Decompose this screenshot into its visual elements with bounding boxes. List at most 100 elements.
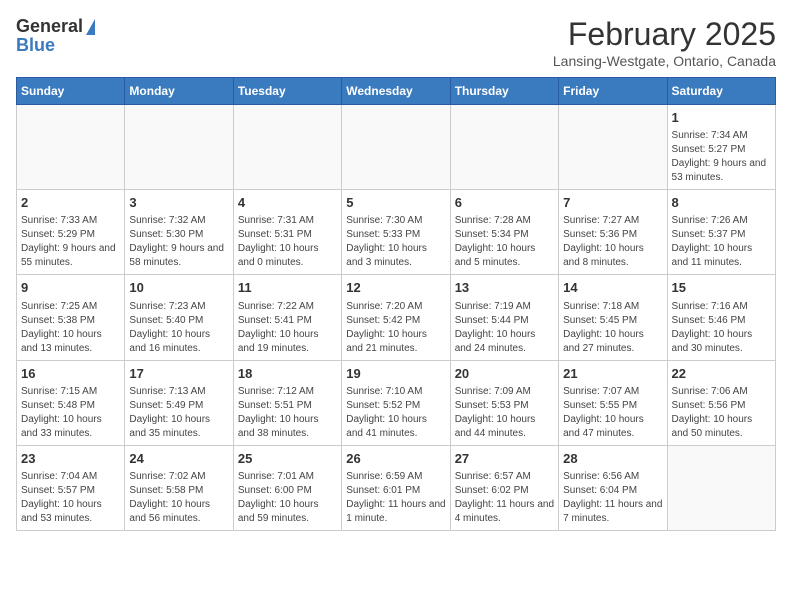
calendar-cell [233, 105, 341, 190]
day-header-thursday: Thursday [450, 78, 558, 105]
calendar-cell: 10Sunrise: 7:23 AM Sunset: 5:40 PM Dayli… [125, 275, 233, 360]
calendar-cell: 24 Sunrise: 7:02 AM Sunset: 5:58 PM Dayli… [125, 445, 233, 530]
day-info: Sunrise: 7:10 AM Sunset: 5:52 PM Dayligh… [346, 385, 445, 441]
day-number: 27 [455, 450, 554, 468]
day-number: 12 [346, 279, 445, 297]
day-number: 8 [672, 194, 771, 212]
day-number: 13 [455, 279, 554, 297]
day-number: 20 [455, 365, 554, 383]
day-number: 17 [129, 365, 228, 383]
day-info: Sunrise: 7:34 AM Sunset: 5:27 PM Dayligh… [672, 129, 771, 185]
day-info: Sunrise: 7:16 AM Sunset: 5:46 PM Dayligh… [672, 300, 771, 356]
day-header-saturday: Saturday [667, 78, 775, 105]
day-info: Sunrise: 7:19 AM Sunset: 5:44 PM Dayligh… [455, 300, 554, 356]
calendar-cell: 5 Sunrise: 7:30 AM Sunset: 5:33 PM Daylig… [342, 190, 450, 275]
day-number: 14 [563, 279, 662, 297]
calendar-cell: 12 Sunrise: 7:20 AM Sunset: 5:42 PM Dayli… [342, 275, 450, 360]
day-info: Sunrise: 7:26 AM Sunset: 5:37 PM Dayligh… [672, 214, 771, 270]
day-number: 6 [455, 194, 554, 212]
day-number: 16 [21, 365, 120, 383]
calendar-cell: 21Sunrise: 7:07 AM Sunset: 5:55 PM Dayli… [559, 360, 667, 445]
day-info: Sunrise: 7:30 AM Sunset: 5:33 PM Dayligh… [346, 214, 445, 270]
day-info: Sunrise: 7:23 AM Sunset: 5:40 PM Dayligh… [129, 300, 228, 356]
day-info: Sunrise: 7:20 AM Sunset: 5:42 PM Dayligh… [346, 300, 445, 356]
day-info: Sunrise: 7:25 AM Sunset: 5:38 PM Dayligh… [21, 300, 120, 356]
day-number: 7 [563, 194, 662, 212]
calendar-cell: 22 Sunrise: 7:06 AM Sunset: 5:56 PM Dayli… [667, 360, 775, 445]
calendar-table: SundayMondayTuesdayWednesdayThursdayFrid… [16, 77, 776, 531]
day-number: 26 [346, 450, 445, 468]
day-number: 4 [238, 194, 337, 212]
calendar-cell: 17Sunrise: 7:13 AM Sunset: 5:49 PM Dayli… [125, 360, 233, 445]
logo-blue-text: Blue [16, 35, 55, 56]
day-number: 1 [672, 109, 771, 127]
calendar-week-4: 16 Sunrise: 7:15 AM Sunset: 5:48 PM Dayli… [17, 360, 776, 445]
calendar-cell: 15Sunrise: 7:16 AM Sunset: 5:46 PM Dayli… [667, 275, 775, 360]
calendar-cell [559, 105, 667, 190]
day-header-monday: Monday [125, 78, 233, 105]
day-info: Sunrise: 7:28 AM Sunset: 5:34 PM Dayligh… [455, 214, 554, 270]
day-info: Sunrise: 7:01 AM Sunset: 6:00 PM Dayligh… [238, 470, 337, 526]
day-info: Sunrise: 6:57 AM Sunset: 6:02 PM Dayligh… [455, 470, 554, 526]
day-header-wednesday: Wednesday [342, 78, 450, 105]
calendar-cell: 28 Sunrise: 6:56 AM Sunset: 6:04 PM Dayli… [559, 445, 667, 530]
day-info: Sunrise: 7:18 AM Sunset: 5:45 PM Dayligh… [563, 300, 662, 356]
logo-triangle-icon [86, 19, 95, 35]
calendar-week-3: 9 Sunrise: 7:25 AM Sunset: 5:38 PM Daylig… [17, 275, 776, 360]
calendar-cell: 4Sunrise: 7:31 AM Sunset: 5:31 PM Daylig… [233, 190, 341, 275]
day-info: Sunrise: 7:02 AM Sunset: 5:58 PM Dayligh… [129, 470, 228, 526]
calendar-cell: 20 Sunrise: 7:09 AM Sunset: 5:53 PM Dayli… [450, 360, 558, 445]
day-number: 24 [129, 450, 228, 468]
day-number: 21 [563, 365, 662, 383]
day-number: 23 [21, 450, 120, 468]
calendar-cell: 3 Sunrise: 7:32 AM Sunset: 5:30 PM Daylig… [125, 190, 233, 275]
day-info: Sunrise: 7:15 AM Sunset: 5:48 PM Dayligh… [21, 385, 120, 441]
calendar-week-2: 2Sunrise: 7:33 AM Sunset: 5:29 PM Daylig… [17, 190, 776, 275]
day-info: Sunrise: 7:22 AM Sunset: 5:41 PM Dayligh… [238, 300, 337, 356]
day-info: Sunrise: 7:32 AM Sunset: 5:30 PM Dayligh… [129, 214, 228, 270]
calendar-cell: 18 Sunrise: 7:12 AM Sunset: 5:51 PM Dayli… [233, 360, 341, 445]
day-info: Sunrise: 6:56 AM Sunset: 6:04 PM Dayligh… [563, 470, 662, 526]
calendar-cell: 25 Sunrise: 7:01 AM Sunset: 6:00 PM Dayli… [233, 445, 341, 530]
calendar-cell: 14 Sunrise: 7:18 AM Sunset: 5:45 PM Dayli… [559, 275, 667, 360]
logo: General Blue [16, 16, 95, 56]
calendar-cell: 13 Sunrise: 7:19 AM Sunset: 5:44 PM Dayli… [450, 275, 558, 360]
calendar-cell: 8 Sunrise: 7:26 AM Sunset: 5:37 PM Daylig… [667, 190, 775, 275]
calendar-cell: 2Sunrise: 7:33 AM Sunset: 5:29 PM Daylig… [17, 190, 125, 275]
calendar-week-1: 1 Sunrise: 7:34 AM Sunset: 5:27 PM Daylig… [17, 105, 776, 190]
calendar-cell: 9 Sunrise: 7:25 AM Sunset: 5:38 PM Daylig… [17, 275, 125, 360]
day-number: 9 [21, 279, 120, 297]
calendar-cell [342, 105, 450, 190]
day-info: Sunrise: 6:59 AM Sunset: 6:01 PM Dayligh… [346, 470, 445, 526]
day-header-friday: Friday [559, 78, 667, 105]
day-number: 18 [238, 365, 337, 383]
day-number: 3 [129, 194, 228, 212]
month-title: February 2025 [553, 16, 776, 53]
day-header-sunday: Sunday [17, 78, 125, 105]
day-number: 5 [346, 194, 445, 212]
calendar-cell [667, 445, 775, 530]
calendar-cell: 1 Sunrise: 7:34 AM Sunset: 5:27 PM Daylig… [667, 105, 775, 190]
location: Lansing-Westgate, Ontario, Canada [553, 53, 776, 69]
calendar-cell: 23Sunrise: 7:04 AM Sunset: 5:57 PM Dayli… [17, 445, 125, 530]
calendar-cell [17, 105, 125, 190]
calendar-week-5: 23Sunrise: 7:04 AM Sunset: 5:57 PM Dayli… [17, 445, 776, 530]
day-info: Sunrise: 7:33 AM Sunset: 5:29 PM Dayligh… [21, 214, 120, 270]
calendar-cell: 27 Sunrise: 6:57 AM Sunset: 6:02 PM Dayli… [450, 445, 558, 530]
day-number: 25 [238, 450, 337, 468]
day-number: 28 [563, 450, 662, 468]
day-info: Sunrise: 7:12 AM Sunset: 5:51 PM Dayligh… [238, 385, 337, 441]
page-header: General Blue February 2025 Lansing-Westg… [16, 16, 776, 69]
day-info: Sunrise: 7:27 AM Sunset: 5:36 PM Dayligh… [563, 214, 662, 270]
calendar-cell: 11Sunrise: 7:22 AM Sunset: 5:41 PM Dayli… [233, 275, 341, 360]
day-info: Sunrise: 7:06 AM Sunset: 5:56 PM Dayligh… [672, 385, 771, 441]
day-header-tuesday: Tuesday [233, 78, 341, 105]
calendar-cell [450, 105, 558, 190]
calendar-cell: 26 Sunrise: 6:59 AM Sunset: 6:01 PM Dayli… [342, 445, 450, 530]
logo-general-text: General [16, 16, 83, 37]
day-info: Sunrise: 7:09 AM Sunset: 5:53 PM Dayligh… [455, 385, 554, 441]
day-number: 22 [672, 365, 771, 383]
calendar-cell [125, 105, 233, 190]
calendar-cell: 6 Sunrise: 7:28 AM Sunset: 5:34 PM Daylig… [450, 190, 558, 275]
title-area: February 2025 Lansing-Westgate, Ontario,… [553, 16, 776, 69]
